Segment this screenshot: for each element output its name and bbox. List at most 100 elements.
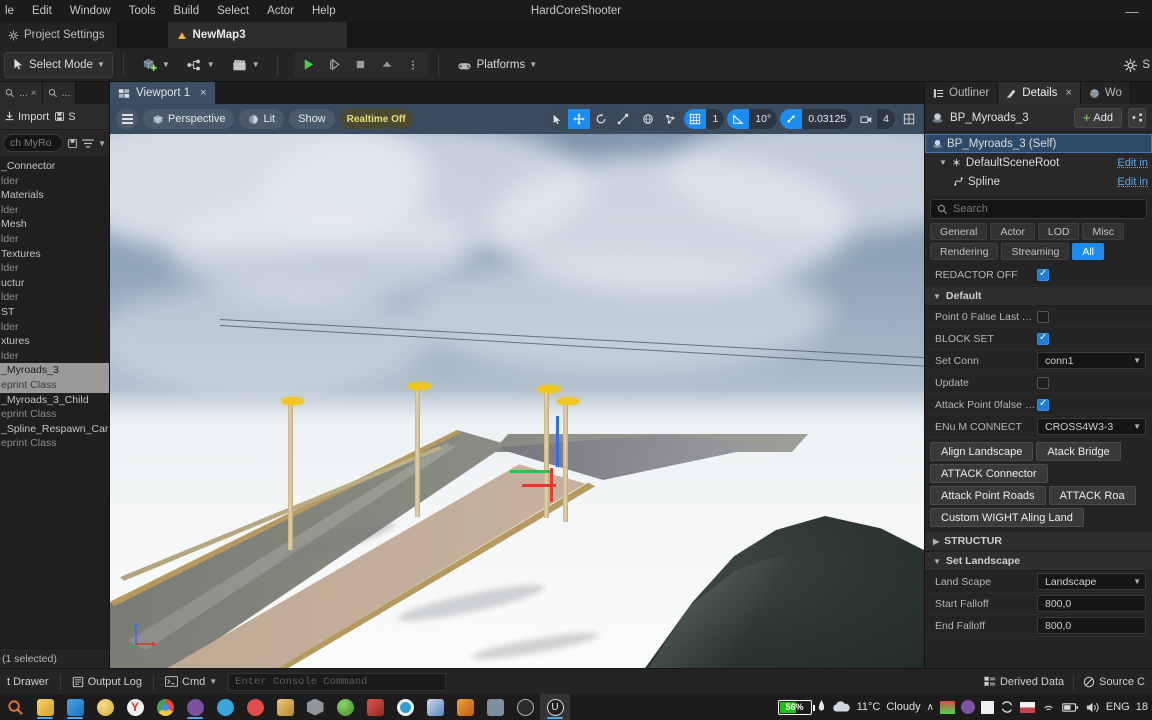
taskbar-blue-app-icon[interactable] (390, 694, 420, 720)
section-default[interactable]: ▼ Default (925, 286, 1152, 306)
taskbar-green-app-icon[interactable] (330, 694, 360, 720)
list-item[interactable]: _Myroads_3_Child (0, 393, 109, 408)
asset-list[interactable]: _Connector lder Materials lder Mesh lder… (0, 156, 109, 648)
list-item[interactable]: Materials (0, 188, 109, 203)
taskbar-photos-icon[interactable] (270, 694, 300, 720)
list-item[interactable]: Mesh (0, 217, 109, 232)
grid-snap-toggle[interactable] (684, 109, 707, 129)
menu-select[interactable]: Select (208, 2, 258, 20)
settings-gear-icon[interactable] (1123, 58, 1138, 73)
realtime-badge[interactable]: Realtime Off (339, 109, 413, 129)
rotate-tool-button[interactable] (590, 109, 612, 129)
tab-details[interactable]: Details × (998, 82, 1081, 104)
language-indicator[interactable]: ENG (1106, 701, 1130, 713)
content-browser-tab-1[interactable]: ... × (0, 82, 43, 104)
attack-roads-button[interactable]: ATTACK Roa (1048, 486, 1136, 505)
tray-app-icon[interactable] (939, 700, 955, 714)
section-set-landscape[interactable]: ▼ Set Landscape (925, 551, 1152, 571)
play-options-button[interactable] (400, 53, 426, 77)
tab-viewport-1[interactable]: Viewport 1 × (110, 82, 215, 104)
taskbar-cube-icon[interactable] (300, 694, 330, 720)
filter-general[interactable]: General (930, 223, 988, 240)
taskbar-folder-icon[interactable] (60, 694, 90, 720)
select-mode-button[interactable]: Select Mode ▼ (4, 51, 113, 78)
list-item[interactable]: ST (0, 305, 109, 320)
perspective-button[interactable]: Perspective (143, 109, 235, 129)
show-button[interactable]: Show (289, 109, 335, 129)
tray-white-icon[interactable] (980, 700, 994, 714)
filter-misc[interactable]: Misc (1082, 223, 1125, 240)
import-button[interactable]: Import (4, 111, 49, 123)
tray-expand-icon[interactable]: ∧ (927, 702, 934, 713)
console-command-input[interactable]: Enter Console Command (228, 672, 447, 691)
menu-build[interactable]: Build (165, 2, 209, 20)
battery-indicator[interactable]: 56% (777, 699, 815, 715)
redactor-off-checkbox[interactable] (1037, 268, 1049, 281)
select-tool-button[interactable] (546, 109, 568, 129)
gizmo-x-axis-v[interactable] (550, 468, 553, 502)
taskbar-red-app-icon[interactable] (360, 694, 390, 720)
close-icon[interactable]: × (200, 87, 206, 99)
set-conn-dropdown[interactable]: conn1 ▼ (1037, 352, 1146, 369)
minimize-button[interactable]: — (1112, 0, 1152, 22)
skip-button[interactable] (322, 53, 348, 77)
filter-lod[interactable]: LOD (1037, 223, 1080, 240)
derived-data-button[interactable]: Derived Data (977, 671, 1071, 693)
tab-newmap3[interactable]: NewMap3 (167, 22, 348, 48)
taskbar-viber-icon[interactable] (180, 694, 210, 720)
source-control-button[interactable]: Source C (1076, 671, 1152, 693)
taskbar-search-icon[interactable] (0, 694, 30, 720)
camera-speed-value[interactable]: 4 (877, 109, 895, 129)
update-checkbox[interactable] (1037, 376, 1049, 389)
menu-edit[interactable]: Edit (23, 2, 61, 20)
scale-snap-value[interactable]: 0.03125 (802, 109, 853, 129)
list-item[interactable]: _Connector (0, 159, 109, 174)
blueprints-button[interactable]: ▼ (179, 52, 222, 78)
details-search-input[interactable]: Search (930, 199, 1147, 219)
taskbar-circle-app-icon[interactable] (510, 694, 540, 720)
content-drawer-button[interactable]: t Drawer (0, 671, 56, 693)
tree-node-self[interactable]: BP_Myroads_3 (Self) (925, 134, 1152, 153)
clock-label[interactable]: 18 (1136, 701, 1148, 713)
menu-actor[interactable]: Actor (258, 2, 303, 20)
list-item[interactable]: xtures (0, 334, 109, 349)
viewport-layout-button[interactable] (898, 109, 920, 129)
filter-actor[interactable]: Actor (990, 223, 1035, 240)
attack-point-checkbox[interactable] (1037, 398, 1049, 411)
section-structur[interactable]: ▶ STRUCTUR (925, 531, 1152, 551)
taskbar-explorer-icon[interactable] (30, 694, 60, 720)
save-search-icon[interactable] (67, 138, 78, 149)
stop-button[interactable] (348, 53, 374, 77)
scale-snap-toggle[interactable] (780, 109, 803, 129)
menu-help[interactable]: Help (303, 2, 345, 20)
tab-world-settings[interactable]: Wo (1080, 82, 1131, 104)
align-landscape-button[interactable]: Align Landscape (930, 442, 1034, 461)
chevron-down-icon[interactable]: ▼ (939, 158, 947, 167)
tab-outliner[interactable]: Outliner (925, 82, 999, 104)
world-space-button[interactable] (637, 109, 659, 129)
land-scape-dropdown[interactable]: Landscape ▼ (1037, 573, 1146, 590)
scale-tool-button[interactable] (612, 109, 634, 129)
list-item[interactable]: uctur (0, 276, 109, 291)
taskbar-calc-icon[interactable] (480, 694, 510, 720)
volume-icon[interactable] (1085, 701, 1100, 714)
viewport-menu-button[interactable] (116, 109, 138, 129)
custom-wight-aling-land-button[interactable]: Custom WIGHT Aling Land (930, 508, 1084, 527)
end-falloff-input[interactable]: 800,0 (1037, 617, 1146, 634)
output-log-button[interactable]: Output Log (65, 671, 149, 693)
angle-snap-value[interactable]: 10° (749, 109, 778, 129)
atack-bridge-button[interactable]: Atack Bridge (1036, 442, 1121, 461)
taskbar-chrome-icon[interactable] (150, 694, 180, 720)
menu-tools[interactable]: Tools (120, 2, 165, 20)
wifi-icon[interactable] (1041, 701, 1056, 713)
taskbar-app-yellow-icon[interactable] (90, 694, 120, 720)
save-all-button[interactable]: S (54, 111, 76, 123)
eject-button[interactable] (374, 53, 400, 77)
attack-point-roads-button[interactable]: Attack Point Roads (930, 486, 1046, 505)
enum-connect-dropdown[interactable]: CROSS4W3-3 ▼ (1037, 418, 1146, 435)
list-item[interactable]: Textures (0, 247, 109, 262)
filter-streaming[interactable]: Streaming (1001, 243, 1070, 260)
filter-rendering[interactable]: Rendering (930, 243, 999, 260)
angle-snap-toggle[interactable] (727, 109, 750, 129)
edit-in-link[interactable]: Edit in (1117, 157, 1148, 169)
